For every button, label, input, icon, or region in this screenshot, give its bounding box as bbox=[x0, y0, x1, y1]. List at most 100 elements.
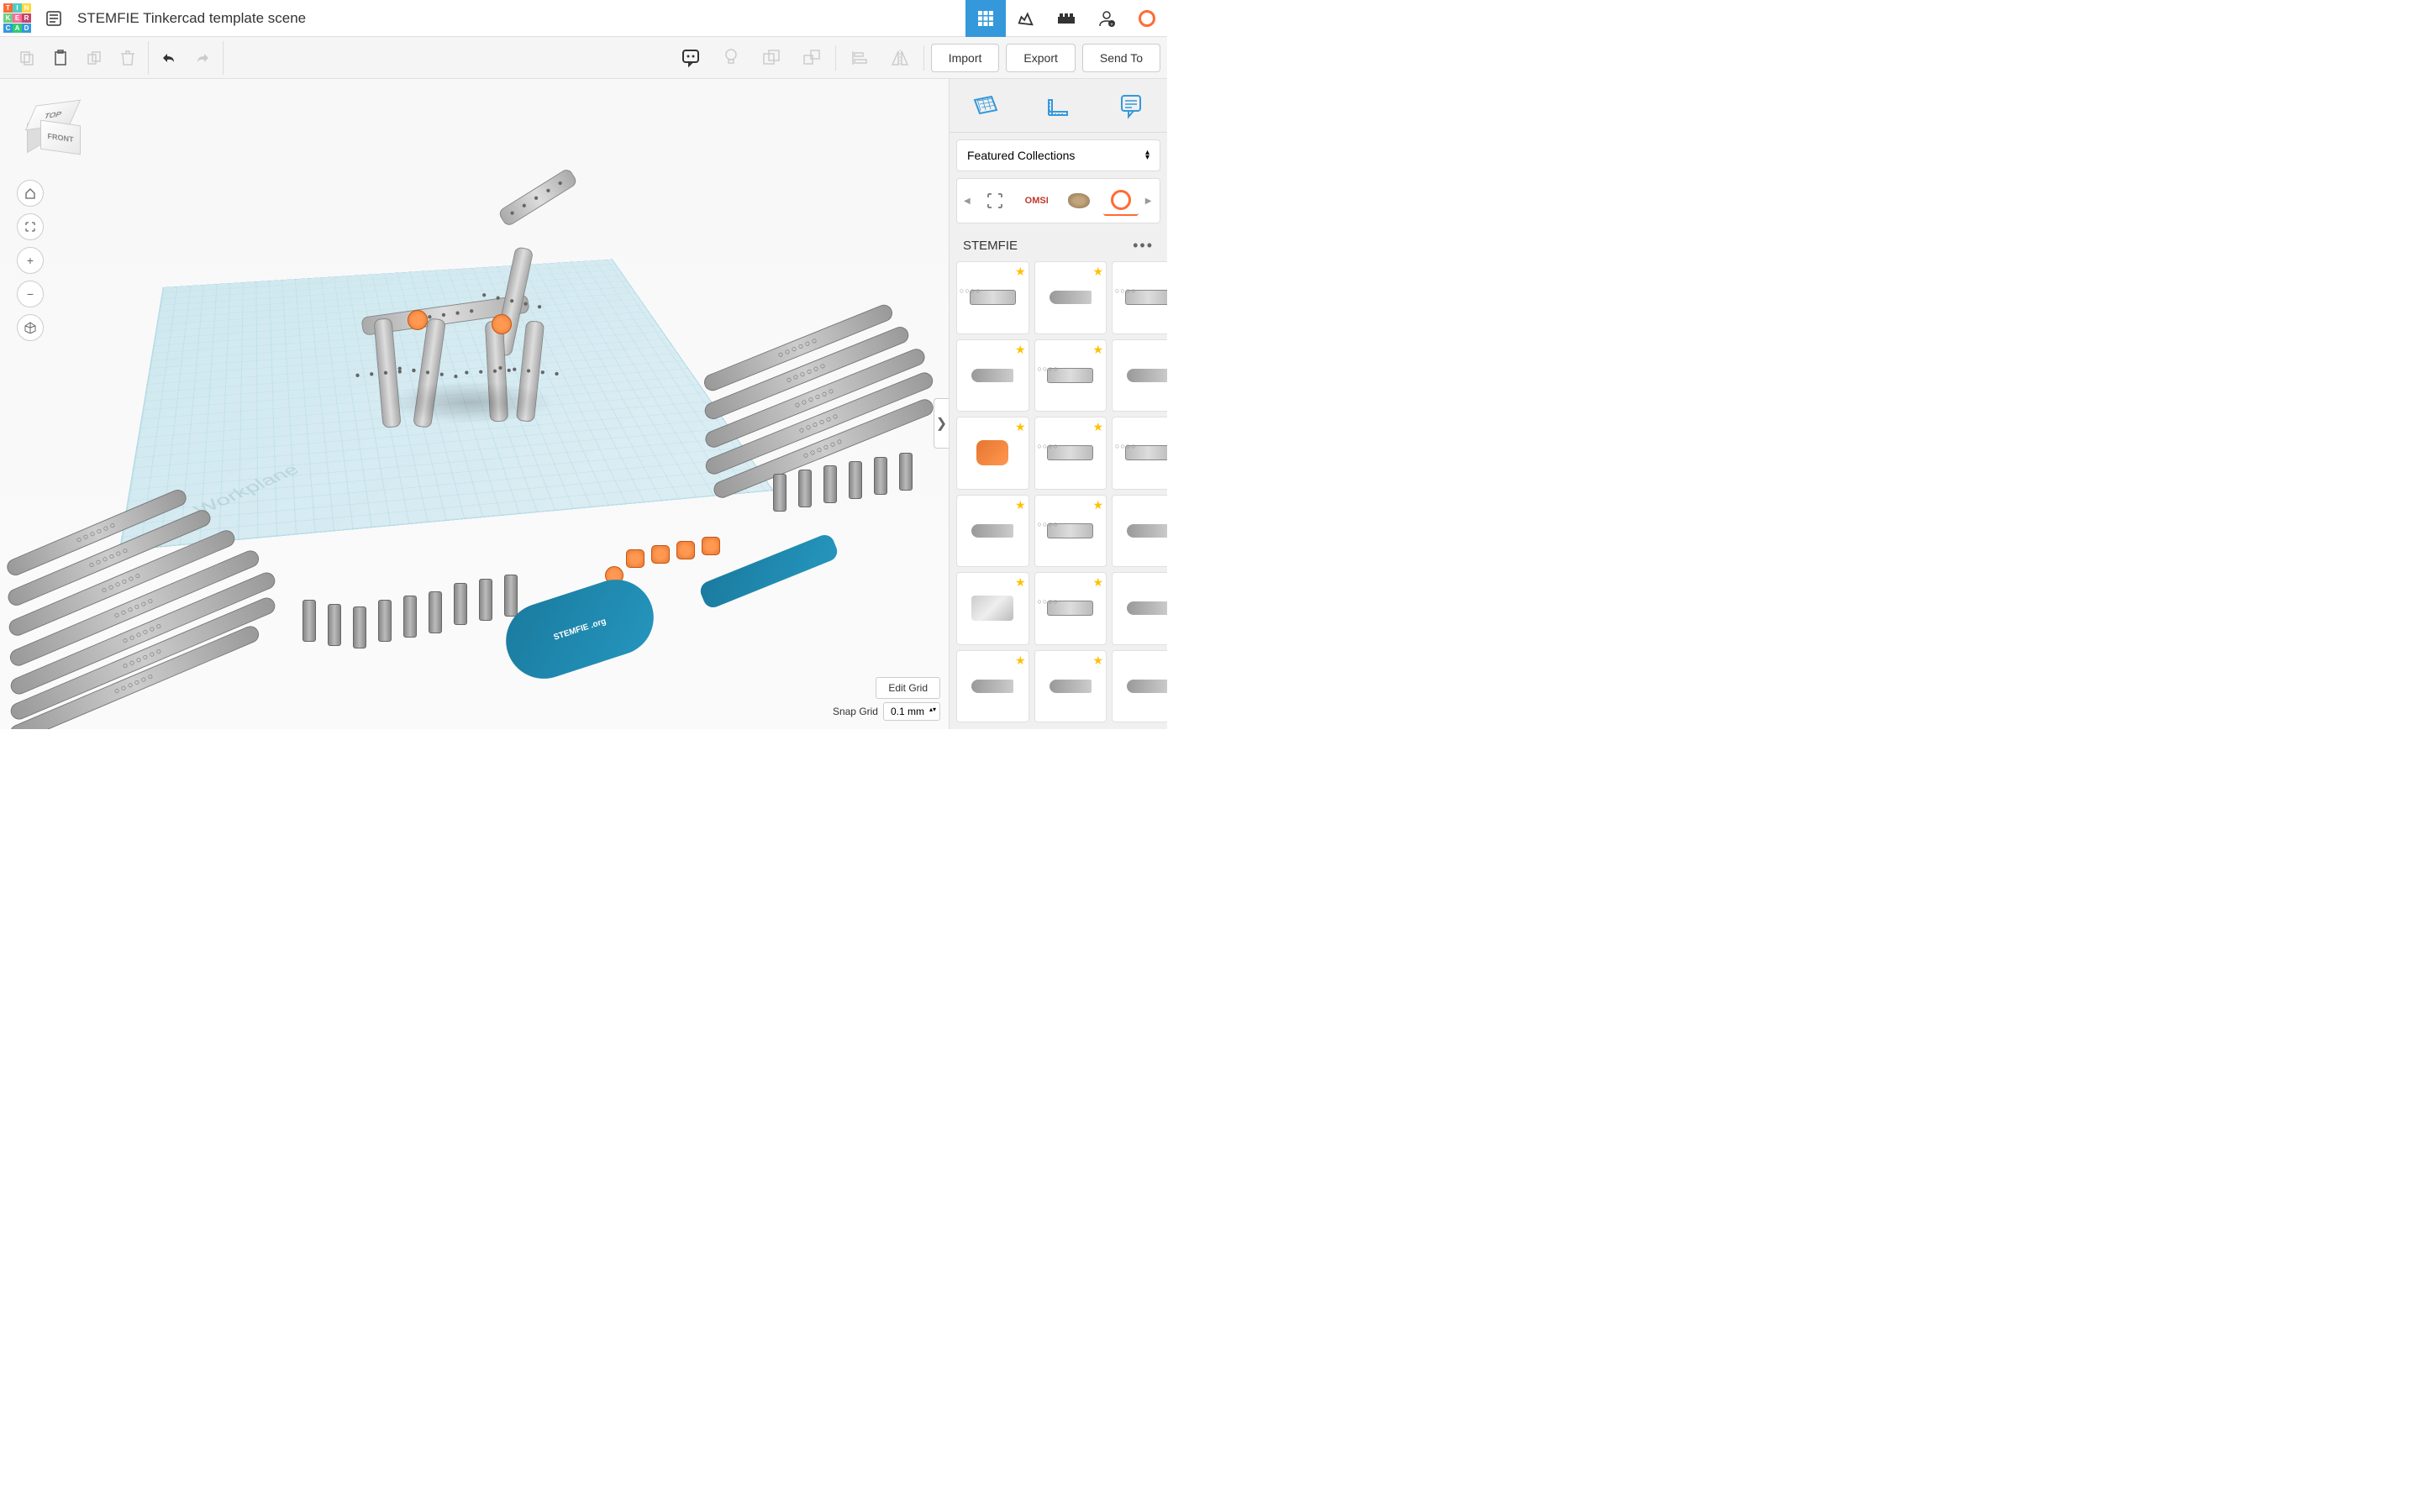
zoom-out-button[interactable]: − bbox=[17, 281, 44, 307]
shape-bolt-med[interactable]: ★ bbox=[1112, 339, 1167, 412]
collection-selected-label: Featured Collections bbox=[967, 149, 1075, 162]
collection-omsi[interactable]: OMSI bbox=[1019, 186, 1055, 216]
favorite-star-icon: ★ bbox=[1015, 343, 1026, 357]
mode-3d-design-icon[interactable] bbox=[965, 0, 1006, 37]
export-button[interactable]: Export bbox=[1006, 44, 1075, 72]
view-cube[interactable]: TOP FRONT bbox=[17, 96, 84, 163]
collection-stemfie[interactable] bbox=[1103, 186, 1139, 216]
shape-bolt-6[interactable]: ★ bbox=[1112, 650, 1167, 723]
undo-button[interactable] bbox=[152, 41, 186, 75]
mode-bricks-icon[interactable] bbox=[1046, 0, 1086, 37]
shape-link-plate[interactable]: ★ bbox=[1034, 339, 1107, 412]
favorite-star-icon: ★ bbox=[1092, 654, 1103, 668]
favorite-star-icon: ★ bbox=[1015, 654, 1026, 668]
shape-bolt-short[interactable]: ★ bbox=[1034, 261, 1107, 334]
sendto-button[interactable]: Send To bbox=[1082, 44, 1160, 72]
main-area: TOP FRONT + − Workplane bbox=[0, 79, 1167, 729]
ungroup-button[interactable] bbox=[795, 41, 829, 75]
3d-canvas[interactable]: TOP FRONT + − Workplane bbox=[0, 79, 949, 729]
mode-blocks-icon[interactable] bbox=[1006, 0, 1046, 37]
shape-rod[interactable]: ★ bbox=[1112, 495, 1167, 568]
copy-button[interactable] bbox=[10, 41, 44, 75]
snap-grid-select[interactable]: 0.1 mm ▴▾ bbox=[883, 702, 940, 721]
zoom-in-button[interactable]: + bbox=[17, 247, 44, 274]
shape-thumbnail bbox=[1127, 524, 1167, 538]
svg-text:+: + bbox=[1110, 23, 1113, 28]
shapes-panel: Featured Collections ▴▾ ◀ OMSI ▶ STEMFIE… bbox=[949, 79, 1167, 729]
category-menu-icon[interactable]: ••• bbox=[1133, 237, 1154, 255]
shape-thumbnail bbox=[1047, 368, 1093, 383]
collection-dropdown[interactable]: Featured Collections ▴▾ bbox=[956, 139, 1160, 171]
shape-thumbnail bbox=[1127, 601, 1167, 615]
shape-bolt-4[interactable]: ★ bbox=[956, 650, 1029, 723]
app-header: TIN KER CAD STEMFIE Tinkercad template s… bbox=[0, 0, 1167, 37]
shape-clip[interactable]: ★ bbox=[956, 572, 1029, 645]
snap-grid-label: Snap Grid bbox=[833, 706, 878, 717]
shape-bolt-3[interactable]: ★ bbox=[1112, 572, 1167, 645]
favorite-star-icon: ★ bbox=[1092, 498, 1103, 512]
bulb-icon[interactable] bbox=[714, 41, 748, 75]
group-button[interactable] bbox=[755, 41, 788, 75]
shape-thumbnail bbox=[1127, 369, 1167, 382]
shape-thumbnail bbox=[970, 290, 1016, 305]
collection-frame[interactable] bbox=[977, 186, 1013, 216]
edit-grid-button[interactable]: Edit Grid bbox=[876, 677, 940, 699]
stemfie-model[interactable] bbox=[336, 180, 605, 432]
shape-link-long[interactable]: ★ bbox=[1034, 495, 1107, 568]
favorite-star-icon: ★ bbox=[1092, 265, 1103, 279]
main-toolbar: Import Export Send To bbox=[0, 37, 1167, 79]
shape-brick-2-hole[interactable]: ★ bbox=[956, 261, 1029, 334]
stemfie-wrench-tool[interactable]: STEMFIE .org bbox=[496, 570, 663, 688]
shape-thumbnail bbox=[971, 680, 1013, 693]
favorite-star-icon: ★ bbox=[1092, 343, 1103, 357]
panel-collapse-button[interactable]: ❯ bbox=[934, 398, 949, 449]
delete-button[interactable] bbox=[111, 41, 145, 75]
mirror-button[interactable] bbox=[883, 41, 917, 75]
shape-thumbnail bbox=[1047, 445, 1093, 460]
shape-thumbnail bbox=[1047, 601, 1093, 616]
shape-beam-4[interactable]: ★ bbox=[1034, 417, 1107, 490]
strip-prev-icon[interactable]: ◀ bbox=[964, 197, 971, 206]
align-button[interactable] bbox=[843, 41, 876, 75]
shape-thumbnail bbox=[1127, 680, 1167, 693]
shape-beam-5[interactable]: ★ bbox=[1112, 417, 1167, 490]
shape-bolt-long[interactable]: ★ bbox=[956, 339, 1029, 412]
shape-thumbnail bbox=[1125, 445, 1167, 460]
paste-button[interactable] bbox=[44, 41, 77, 75]
shape-brick-3-hole[interactable]: ★ bbox=[1112, 261, 1167, 334]
stemfie-brand-icon[interactable] bbox=[1127, 0, 1167, 37]
shape-thumbnail bbox=[1047, 523, 1093, 538]
project-title[interactable]: STEMFIE Tinkercad template scene bbox=[71, 10, 306, 27]
tinkercad-logo[interactable]: TIN KER CAD bbox=[0, 0, 37, 37]
shape-thumbnail bbox=[1050, 291, 1092, 304]
fit-view-button[interactable] bbox=[17, 213, 44, 240]
shape-thumbnail bbox=[971, 369, 1013, 382]
perspective-button[interactable] bbox=[17, 314, 44, 341]
redo-button[interactable] bbox=[186, 41, 219, 75]
shape-thumbnail bbox=[1125, 290, 1167, 305]
favorite-star-icon: ★ bbox=[1015, 265, 1026, 279]
favorite-star-icon: ★ bbox=[1092, 575, 1103, 590]
strip-next-icon[interactable]: ▶ bbox=[1145, 197, 1152, 206]
favorite-star-icon: ★ bbox=[1092, 420, 1103, 434]
import-button[interactable]: Import bbox=[931, 44, 1000, 72]
shape-nut-orange[interactable]: ★ bbox=[956, 417, 1029, 490]
home-view-button[interactable] bbox=[17, 180, 44, 207]
shape-bolt-5[interactable]: ★ bbox=[1034, 650, 1107, 723]
design-properties-icon[interactable] bbox=[37, 0, 71, 37]
collection-rock[interactable] bbox=[1061, 186, 1097, 216]
chevron-updown-icon: ▴▾ bbox=[1145, 150, 1150, 160]
shape-thumbnail bbox=[971, 596, 1013, 621]
category-label: STEMFIE bbox=[963, 239, 1018, 253]
notes-toggle-icon[interactable] bbox=[674, 41, 708, 75]
shape-bolt-2[interactable]: ★ bbox=[956, 495, 1029, 568]
viewcube-front[interactable]: FRONT bbox=[40, 120, 81, 155]
favorite-star-icon: ★ bbox=[1015, 498, 1026, 512]
favorite-star-icon: ★ bbox=[1015, 420, 1026, 434]
shape-beam-6[interactable]: ★ bbox=[1034, 572, 1107, 645]
ruler-tool-icon[interactable] bbox=[1041, 89, 1075, 123]
account-icon[interactable]: + bbox=[1086, 0, 1127, 37]
workplane-tool-icon[interactable] bbox=[969, 89, 1002, 123]
duplicate-button[interactable] bbox=[77, 41, 111, 75]
notes-tool-icon[interactable] bbox=[1114, 89, 1148, 123]
